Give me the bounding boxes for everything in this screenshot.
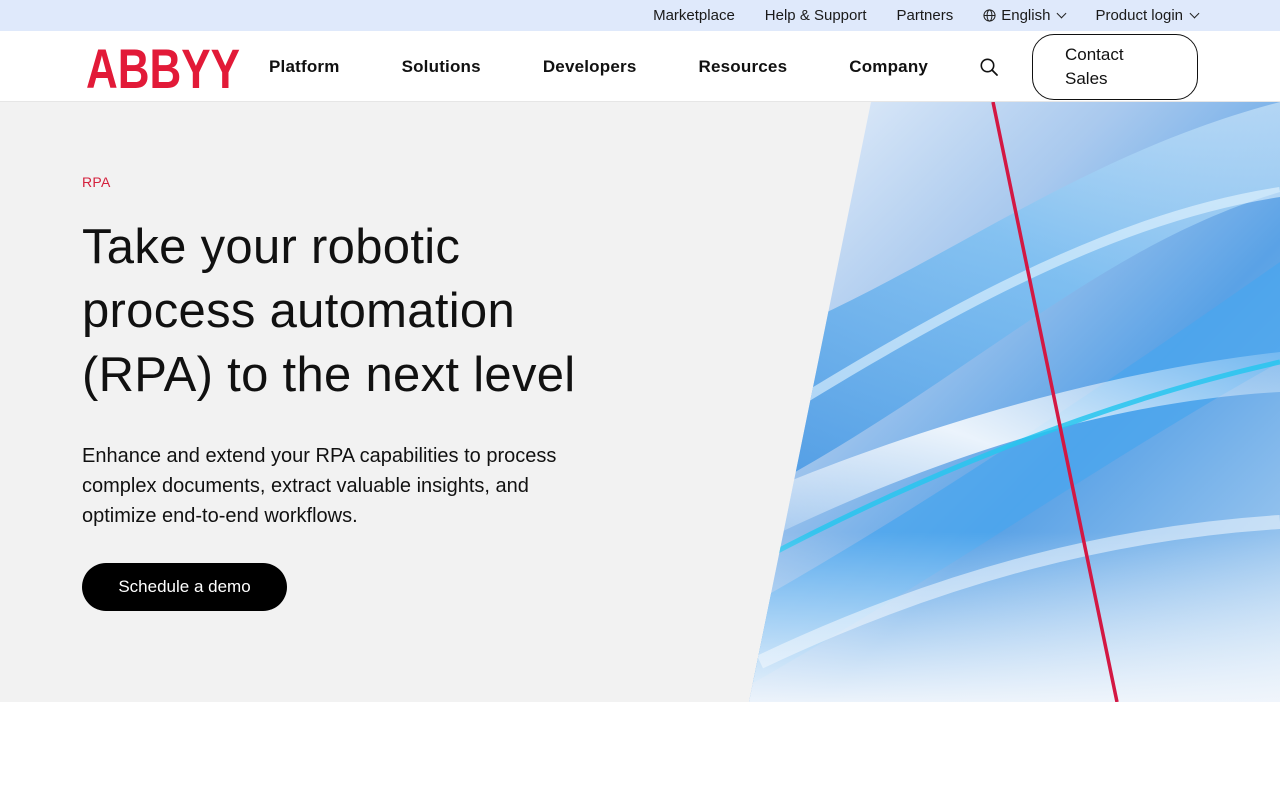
nav-platform[interactable]: Platform — [269, 57, 340, 77]
language-label: English — [1001, 7, 1051, 24]
hero-subtitle-line: Enhance and extend your RPA capabilities… — [82, 445, 557, 467]
utility-bar: Marketplace Help & Support Partners Engl… — [0, 0, 1280, 31]
hero-subtitle-line: complex documents, extract valuable insi… — [82, 475, 529, 497]
chevron-down-icon — [1189, 8, 1200, 19]
contact-sales-line1: Contact — [1065, 45, 1124, 64]
site-header: ABBYY Platform Solutions Developers Reso… — [0, 31, 1280, 102]
hero-section: RPA Take your robotic process automation… — [0, 102, 1280, 702]
chevron-down-icon — [1056, 8, 1067, 19]
abbyy-logo[interactable]: ABBYY — [86, 42, 240, 92]
nav-solutions[interactable]: Solutions — [402, 57, 481, 77]
utility-links: Marketplace Help & Support Partners Engl… — [653, 0, 1200, 31]
product-login-menu[interactable]: Product login — [1095, 7, 1200, 24]
hero-eyebrow: RPA — [82, 174, 111, 190]
hero-title: Take your robotic process automation (RP… — [82, 215, 682, 407]
contact-sales-button[interactable]: Contact Sales — [1032, 34, 1198, 100]
nav-resources[interactable]: Resources — [698, 57, 787, 77]
globe-icon — [983, 9, 996, 22]
search-icon[interactable] — [979, 57, 999, 77]
product-login-label: Product login — [1095, 7, 1183, 24]
svg-text:ABBYY: ABBYY — [86, 42, 240, 92]
contact-sales-line2: Sales — [1065, 69, 1108, 88]
hero-subtitle-line: optimize end-to-end workflows. — [82, 505, 358, 527]
nav-company[interactable]: Company — [849, 57, 928, 77]
hero-subtitle: Enhance and extend your RPA capabilities… — [82, 441, 612, 531]
main-nav: Platform Solutions Developers Resources … — [269, 31, 928, 102]
hero-title-line: (RPA) to the next level — [82, 348, 576, 402]
schedule-demo-button[interactable]: Schedule a demo — [82, 563, 287, 611]
hero-title-line: process automation — [82, 284, 516, 338]
nav-developers[interactable]: Developers — [543, 57, 637, 77]
partners-link[interactable]: Partners — [897, 7, 954, 24]
help-support-link[interactable]: Help & Support — [765, 7, 867, 24]
hero-title-line: Take your robotic — [82, 220, 461, 274]
marketplace-link[interactable]: Marketplace — [653, 7, 735, 24]
language-selector[interactable]: English — [983, 7, 1067, 24]
